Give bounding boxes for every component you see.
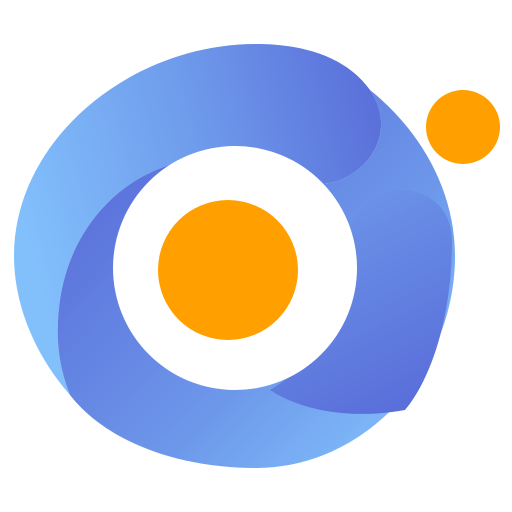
small-orange-dot: [426, 90, 500, 164]
swirl-logo-icon: [14, 44, 500, 468]
center-orange-dot: [158, 200, 298, 340]
logo-canvas: [0, 0, 512, 512]
